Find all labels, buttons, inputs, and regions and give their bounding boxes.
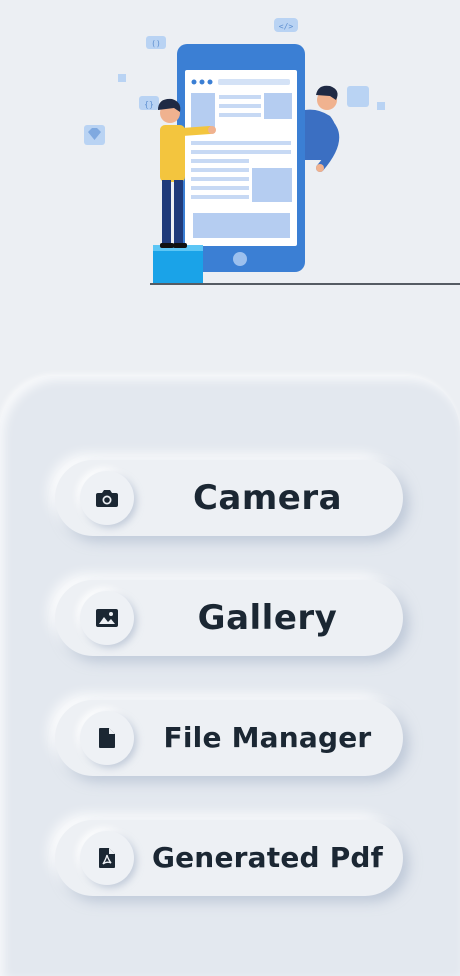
camera-button[interactable]: Camera bbox=[55, 460, 403, 536]
gallery-button[interactable]: Gallery bbox=[55, 580, 403, 656]
generated-pdf-button-label: Generated Pdf bbox=[151, 841, 384, 874]
camera-icon bbox=[80, 471, 134, 525]
pdf-icon bbox=[80, 831, 134, 885]
image-icon bbox=[80, 591, 134, 645]
camera-button-label: Camera bbox=[192, 478, 343, 518]
document-scanning-illustration: () </> {} bbox=[0, 0, 460, 300]
file-icon bbox=[80, 711, 134, 765]
svg-text:(): () bbox=[151, 39, 161, 48]
svg-text:</>: </> bbox=[279, 22, 294, 31]
gallery-button-label: Gallery bbox=[197, 598, 338, 638]
svg-text:{}: {} bbox=[144, 100, 154, 109]
generated-pdf-button[interactable]: Generated Pdf bbox=[55, 820, 403, 896]
file-manager-button[interactable]: File Manager bbox=[55, 700, 403, 776]
file-manager-button-label: File Manager bbox=[163, 721, 372, 754]
